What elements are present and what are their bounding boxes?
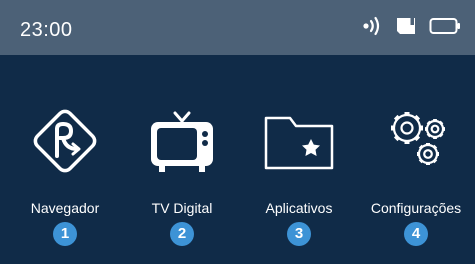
app-number-badge: 3 <box>287 222 311 246</box>
signal-broadcast-icon <box>361 15 383 42</box>
app-navegador[interactable]: Navegador 1 <box>6 55 124 264</box>
folder-star-icon <box>257 101 341 186</box>
sd-card-icon <box>395 17 417 40</box>
app-label-navegador: Navegador <box>30 200 100 216</box>
home-panel: Navegador 1 TV Digital 2 Aplicativos 3 C… <box>0 55 475 264</box>
app-number-badge: 4 <box>404 222 428 246</box>
app-label-tv-digital: TV Digital <box>151 200 213 216</box>
app-label-configuracoes: Configurações <box>370 200 462 216</box>
status-icons <box>361 15 461 42</box>
app-configuracoes[interactable]: Configurações 4 <box>357 55 475 264</box>
gears-icon <box>371 98 461 189</box>
app-number-badge: 1 <box>53 222 77 246</box>
navigator-logo-icon <box>22 98 108 189</box>
tv-screen: 23:00 Navegador 1 TV Digital 2 Aplicativ… <box>0 0 475 272</box>
app-tv-digital[interactable]: TV Digital 2 <box>123 55 241 264</box>
battery-icon <box>429 17 461 40</box>
app-number-badge: 2 <box>170 222 194 246</box>
clock: 23:00 <box>20 19 73 41</box>
app-label-aplicativos: Aplicativos <box>265 200 333 216</box>
status-bar: 23:00 <box>0 0 475 55</box>
app-aplicativos[interactable]: Aplicativos 3 <box>240 55 358 264</box>
tv-icon <box>142 101 222 186</box>
